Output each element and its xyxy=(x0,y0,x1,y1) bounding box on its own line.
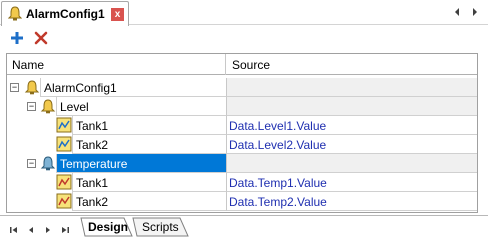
tab-scripts-label: Scripts xyxy=(142,220,179,234)
alarm-tree-grid[interactable]: Name Source − AlarmConfig1 − Level Tank1… xyxy=(6,53,478,213)
temperature-alarm-icon xyxy=(56,174,72,190)
scroll-tabs-right-icon[interactable] xyxy=(470,6,480,18)
bell-icon xyxy=(24,79,40,95)
tree-row-level-tank2[interactable]: Tank2 Data.Level2.Value xyxy=(7,135,477,154)
tab-scripts[interactable]: Scripts xyxy=(132,217,192,237)
column-header-source[interactable]: Source xyxy=(226,54,477,75)
tree-row-level[interactable]: − Level xyxy=(7,97,477,116)
source-cell-level[interactable] xyxy=(226,97,477,116)
plus-icon xyxy=(11,32,23,44)
tree-row-level-tank1[interactable]: Tank1 Data.Level1.Value xyxy=(7,116,477,135)
collapse-temperature-toggle[interactable]: − xyxy=(27,159,36,168)
last-tab-icon[interactable] xyxy=(60,224,70,234)
close-tab-button[interactable]: x xyxy=(111,8,124,21)
add-alarm-button[interactable] xyxy=(9,30,25,46)
source-cell-level-tank1[interactable]: Data.Level1.Value xyxy=(226,116,477,135)
collapse-level-toggle[interactable]: − xyxy=(27,102,36,111)
tree-label-level-tank1: Tank1 xyxy=(72,116,226,135)
bottom-tab-strip: Design Scripts xyxy=(0,215,488,241)
tree-row-temp-tank1[interactable]: Tank1 Data.Temp1.Value xyxy=(7,173,477,192)
tree-row-temperature[interactable]: − Temperature xyxy=(7,154,477,173)
first-tab-icon[interactable] xyxy=(9,224,19,234)
grid-header: Name Source xyxy=(7,54,477,75)
tree-label-temperature: Temperature xyxy=(56,154,226,173)
level-alarm-icon xyxy=(56,117,72,133)
level-group-icon xyxy=(40,98,56,114)
source-cell-root[interactable] xyxy=(226,78,477,97)
bell-icon xyxy=(7,6,23,22)
toolbar xyxy=(0,26,488,50)
collapse-root-toggle[interactable]: − xyxy=(10,83,19,92)
tree-row-temp-tank2[interactable]: Tank2 Data.Temp2.Value xyxy=(7,192,477,211)
column-header-name[interactable]: Name xyxy=(7,54,226,75)
tree-label-level: Level xyxy=(56,97,226,116)
tree-label-temp-tank2: Tank2 xyxy=(72,192,226,211)
level-alarm-icon xyxy=(56,136,72,152)
tree-label-temp-tank1: Tank1 xyxy=(72,173,226,192)
temperature-alarm-icon xyxy=(56,193,72,209)
source-cell-temp-tank2[interactable]: Data.Temp2.Value xyxy=(226,192,477,211)
source-cell-temperature[interactable] xyxy=(226,154,477,173)
tree-label-level-tank2: Tank2 xyxy=(72,135,226,154)
scroll-tabs-left-icon[interactable] xyxy=(452,6,462,18)
tab-design[interactable]: Design xyxy=(80,217,134,237)
tree-row-root[interactable]: − AlarmConfig1 xyxy=(7,78,477,97)
delete-x-icon xyxy=(34,31,48,45)
previous-tab-icon[interactable] xyxy=(26,224,36,234)
tree-label-root: AlarmConfig1 xyxy=(40,78,226,97)
document-tab-bar: AlarmConfig1 x xyxy=(0,0,488,26)
source-cell-temp-tank1[interactable]: Data.Temp1.Value xyxy=(226,173,477,192)
temperature-group-icon xyxy=(40,155,56,171)
document-tab-title: AlarmConfig1 xyxy=(26,7,105,21)
document-tab-alarmconfig1[interactable]: AlarmConfig1 x xyxy=(1,1,129,26)
next-tab-icon[interactable] xyxy=(43,224,53,234)
delete-alarm-button[interactable] xyxy=(33,30,49,46)
source-cell-level-tank2[interactable]: Data.Level2.Value xyxy=(226,135,477,154)
tab-design-label: Design xyxy=(88,220,129,234)
